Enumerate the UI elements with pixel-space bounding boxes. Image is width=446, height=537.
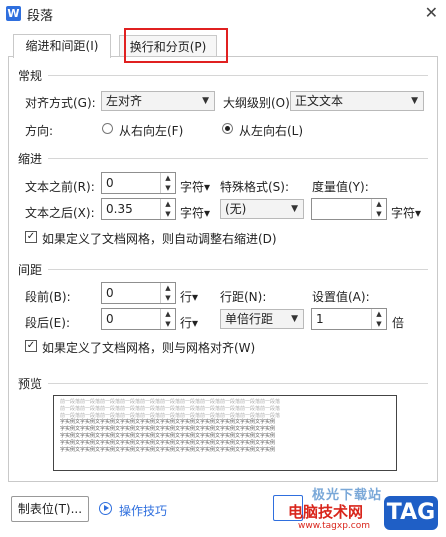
measure-label: 度量值(Y): (312, 180, 369, 194)
setting-value-label: 设置值(A): (312, 290, 370, 304)
watermark-tag-badge: TAG (384, 496, 438, 530)
space-after-label: 段后(E): (25, 316, 70, 330)
space-before-value: 0 (106, 286, 114, 300)
tab-indent-spacing[interactable]: 缩进和间距(I) (13, 34, 111, 58)
arrow-up-icon[interactable]: ▲ (161, 173, 175, 183)
divider (48, 383, 428, 384)
divider (48, 158, 428, 159)
space-after-unit[interactable]: 行▾ (180, 314, 198, 331)
watermark-site-name: 电脑技术网 (288, 503, 364, 521)
special-format-value: (无) (225, 202, 247, 216)
highlight-box (124, 28, 228, 63)
arrow-up-icon[interactable]: ▲ (161, 283, 175, 293)
spacing-grid-checkbox[interactable]: ✓ (25, 340, 37, 352)
preview-sample-line: 字实例文字实例文字实例文字实例文字实例文字实例文字实例文字实例文字实例文字实例文… (60, 426, 276, 433)
space-after-input[interactable]: 0 ▲ ▼ (101, 308, 176, 330)
special-format-select[interactable]: (无) ▼ (220, 199, 304, 219)
setting-unit: 倍 (392, 316, 405, 330)
arrow-down-icon[interactable]: ▼ (372, 209, 386, 219)
indent-grid-checkbox[interactable]: ✓ (25, 231, 37, 243)
measure-input[interactable]: ▲ ▼ (311, 198, 387, 220)
arrow-up-icon[interactable]: ▲ (161, 309, 175, 319)
section-indent: 缩进 (18, 152, 43, 166)
chevron-down-icon: ▼ (202, 96, 209, 106)
direction-label: 方向: (25, 124, 54, 138)
arrow-down-icon[interactable]: ▼ (161, 209, 175, 219)
spinner-buttons[interactable]: ▲ ▼ (160, 199, 175, 219)
arrow-down-icon[interactable]: ▼ (161, 319, 175, 329)
chevron-down-icon: ▼ (291, 204, 298, 214)
align-value: 左对齐 (106, 94, 143, 108)
chevron-down-icon: ▼ (411, 96, 418, 106)
spacing-grid-label: 如果定义了文档网格，则与网格对齐(W) (42, 341, 256, 355)
spinner-buttons[interactable]: ▲ ▼ (160, 309, 175, 329)
spinner-buttons[interactable]: ▲ ▼ (371, 309, 386, 329)
chevron-down-icon: ▼ (291, 314, 298, 324)
tab-stops-label: 制表位(T)... (17, 502, 83, 516)
setting-value: 1 (316, 312, 324, 326)
watermark-site-url: www.tagxp.com (298, 521, 370, 531)
indent-before-input[interactable]: 0 ▲ ▼ (101, 172, 176, 194)
indent-before-unit[interactable]: 字符▾ (180, 178, 210, 195)
indent-after-label: 文本之后(X): (25, 206, 95, 220)
indent-grid-label: 如果定义了文档网格，则自动调整右缩进(D) (42, 232, 277, 246)
arrow-up-icon[interactable]: ▲ (372, 309, 386, 319)
arrow-down-icon[interactable]: ▼ (161, 293, 175, 303)
space-before-label: 段前(B): (25, 290, 71, 304)
ltr-radio[interactable] (222, 123, 233, 134)
spinner-buttons[interactable]: ▲ ▼ (160, 173, 175, 193)
section-general: 常规 (18, 69, 43, 83)
rtl-radio[interactable] (102, 123, 113, 134)
outline-value: 正文文本 (295, 94, 344, 108)
space-after-value: 0 (106, 312, 114, 326)
tab-stops-button[interactable]: 制表位(T)... (11, 496, 89, 522)
play-circle-icon[interactable] (99, 502, 112, 515)
arrow-down-icon[interactable]: ▼ (372, 319, 386, 329)
divider (48, 75, 428, 76)
setting-value-input[interactable]: 1 ▲ ▼ (311, 308, 387, 330)
indent-before-value: 0 (106, 176, 114, 190)
arrow-down-icon[interactable]: ▼ (161, 183, 175, 193)
preview-pane: 前一段落前一段落前一段落前一段落前一段落前一段落前一段落前一段落前一段落前一段落… (53, 395, 397, 471)
tips-link[interactable]: 操作技巧 (119, 502, 167, 519)
preview-prev-line: 前一段落前一段落前一段落前一段落前一段落前一段落前一段落前一段落前一段落前一段落… (60, 405, 281, 412)
spinner-buttons[interactable]: ▲ ▼ (371, 199, 386, 219)
dialog-title: 段落 (27, 9, 54, 24)
align-select[interactable]: 左对齐 ▼ (101, 91, 215, 111)
wps-app-icon: W (6, 6, 21, 21)
preview-prev-line: 前一段落前一段落前一段落前一段落前一段落前一段落前一段落前一段落前一段落前一段落… (60, 399, 281, 405)
indent-after-unit[interactable]: 字符▾ (180, 204, 210, 221)
close-icon[interactable]: ✕ (425, 3, 438, 22)
space-before-unit[interactable]: 行▾ (180, 288, 198, 305)
outline-select[interactable]: 正文文本 ▼ (290, 91, 424, 111)
line-spacing-select[interactable]: 单倍行距 ▼ (220, 309, 304, 329)
indent-before-label: 文本之前(R): (25, 180, 95, 194)
rtl-label: 从右向左(F) (119, 124, 184, 138)
indent-after-input[interactable]: 0.35 ▲ ▼ (101, 198, 176, 220)
arrow-up-icon[interactable]: ▲ (372, 199, 386, 209)
align-label: 对齐方式(G): (25, 96, 96, 110)
special-format-label: 特殊格式(S): (220, 180, 290, 194)
line-spacing-value: 单倍行距 (225, 312, 274, 326)
space-before-input[interactable]: 0 ▲ ▼ (101, 282, 176, 304)
indent-after-value: 0.35 (106, 202, 133, 216)
arrow-up-icon[interactable]: ▲ (161, 199, 175, 209)
measure-unit[interactable]: 字符▾ (391, 204, 421, 221)
section-spacing: 间距 (18, 263, 43, 277)
divider (48, 269, 428, 270)
preview-sample-line: 字实例文字实例文字实例文字实例文字实例文字实例文字实例文字实例文字实例文字实例文… (60, 446, 276, 453)
ltr-label: 从左向右(L) (239, 124, 304, 138)
preview-sample-line: 字实例文字实例文字实例文字实例文字实例文字实例文字实例文字实例文字实例文字实例文… (60, 432, 276, 439)
spinner-buttons[interactable]: ▲ ▼ (160, 283, 175, 303)
title-bar: W 段落 ✕ (0, 0, 446, 27)
line-spacing-label: 行距(N): (220, 290, 267, 304)
outline-label: 大纲级别(O): (223, 96, 294, 110)
section-preview: 预览 (18, 377, 43, 391)
preview-sample-line: 字实例文字实例文字实例文字实例文字实例文字实例文字实例文字实例文字实例文字实例文… (60, 439, 276, 446)
tab-indent-spacing-label: 缩进和间距(I) (25, 39, 99, 53)
